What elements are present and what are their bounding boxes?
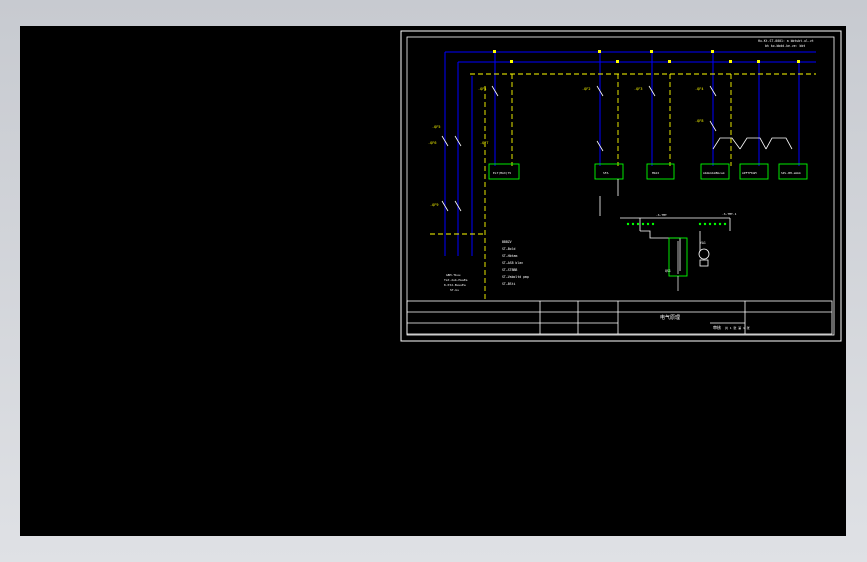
svg-text:ST—Bold: ST—Bold — [502, 247, 516, 251]
svg-text:ST—ASB blan: ST—ASB blan — [502, 261, 523, 265]
aux-label-1: -S-TMT — [656, 213, 667, 217]
relay-device: QS1 — [665, 237, 688, 291]
breaker-label-qf5: -QF5 — [432, 125, 440, 129]
breaker-label-qf1: -QF1 — [478, 87, 486, 91]
title-note-1: Hu-Kt-ST-0001: a bbtubt-ul-vt — [758, 39, 814, 43]
svg-text:Tat-dub-HuaEa: Tat-dub-HuaEa — [444, 278, 468, 282]
svg-text:ST-bu: ST-bu — [450, 288, 459, 292]
svg-text:ST—Vaboltd pmp: ST—Vaboltd pmp — [502, 275, 529, 279]
load-label-1: ELT(MAX)75 — [493, 171, 511, 175]
title-note-2: bh ko-bbdd-ke-ve: bbt — [765, 44, 805, 48]
load-label-5: APFTFKAM — [742, 171, 757, 175]
load-label-6: SPL-BH-abbk — [781, 171, 801, 175]
breaker-symbols — [441, 85, 717, 212]
breaker-label-qf9: -QF9 — [430, 203, 438, 207]
schematic-drawing: Hu-Kt-ST-0001: a bbtubt-ul-vt bh ko-bbdd… — [400, 30, 842, 342]
legend: BBBZV ST—Bold ST—Hbtam ST—ASB blan ST—ST… — [502, 240, 529, 286]
svg-text:ST—Hbtam: ST—Hbtam — [502, 254, 517, 258]
sheet-label: 审核 — [713, 324, 721, 330]
left-note: GBH-Tbuu Tat-dub-HuaEa K-Ktd-BuuuEa ST-b… — [444, 273, 468, 292]
load-boxes — [488, 163, 808, 180]
svg-text:ST—STBBB: ST—STBBB — [502, 268, 517, 272]
breaker-label-qf2: -QF2 — [582, 87, 590, 91]
breaker-label-qf4: -QF4 — [695, 87, 703, 91]
breaker-label-qf8: -QF8 — [695, 119, 703, 123]
load-label-3: Mbbt — [652, 171, 659, 175]
sheet-number: 共 1 张 第 1 张 — [725, 325, 750, 330]
aux-label-4: YA1 — [700, 241, 706, 245]
solenoid-valve: YA1 — [698, 241, 710, 267]
svg-text:BBBZV: BBBZV — [502, 240, 512, 244]
contactor-wiring — [599, 137, 793, 271]
breaker-label-qf7: -QF7 — [480, 141, 488, 145]
load-label-2: SFA — [603, 171, 609, 175]
load-label-4: AbbkbbkBbcak — [703, 171, 725, 175]
svg-text:GBH-Tbuu: GBH-Tbuu — [446, 273, 461, 277]
terminal-strip — [626, 222, 727, 226]
drawing-name: 电气原理 — [660, 314, 680, 321]
breaker-label-qf3: -QF3 — [634, 87, 642, 91]
svg-text:K-Ktd-BuuuEa: K-Ktd-BuuuEa — [444, 283, 466, 287]
title-block — [406, 300, 833, 335]
breaker-label-qf6: -QF6 — [428, 141, 436, 145]
aux-label-2: -S-TMT-1 — [722, 212, 737, 216]
power-bus — [444, 51, 816, 256]
drawing-inner-frame — [406, 36, 835, 336]
svg-text:ST—BSti: ST—BSti — [502, 282, 516, 286]
control-bus-dashed — [430, 73, 816, 301]
cad-viewport[interactable]: Hu-Kt-ST-0001: a bbtubt-ul-vt bh ko-bbdd… — [20, 26, 846, 536]
drawing-outer-frame — [400, 30, 842, 342]
aux-label-3: QS1 — [665, 269, 671, 273]
